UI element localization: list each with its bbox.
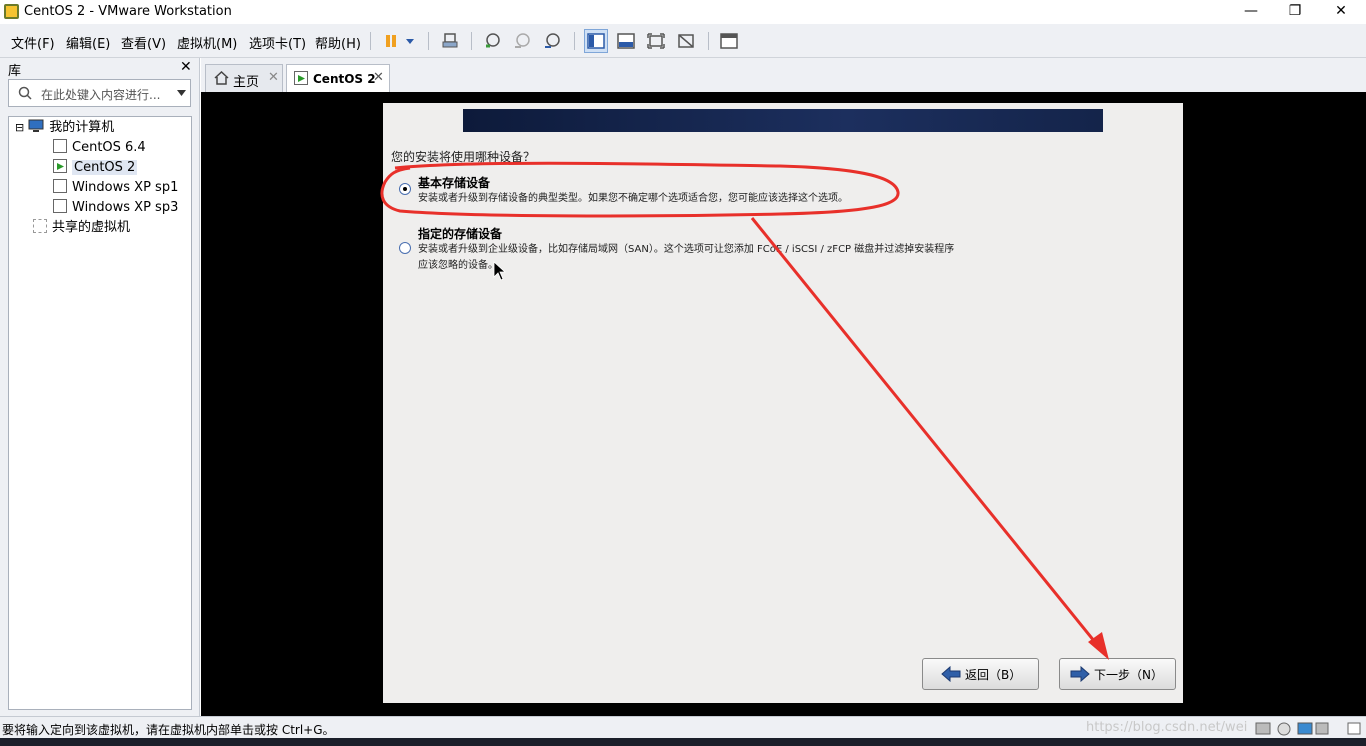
annotation-overlay (380, 161, 1109, 660)
status-message: 要将输入定向到该虚拟机，请在虚拟机内部单击或按 Ctrl+G。 (2, 723, 335, 737)
device-status-icons[interactable] (1254, 721, 1364, 737)
mouse-cursor-icon (493, 261, 507, 281)
watermark-text: https://blog.csdn.net/wei (1086, 720, 1248, 735)
os-taskbar (0, 738, 1366, 746)
annotation-ellipse (380, 161, 900, 218)
annotation-arrow-line (750, 217, 1105, 653)
status-bar: 要将输入定向到该虚拟机，请在虚拟机内部单击或按 Ctrl+G。 https://… (0, 716, 1366, 738)
